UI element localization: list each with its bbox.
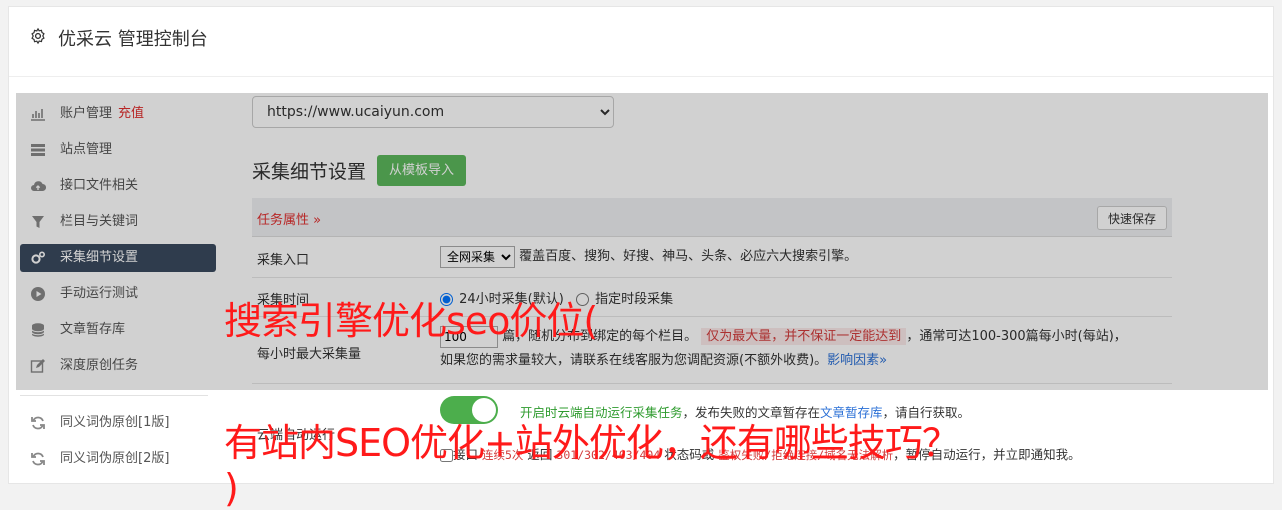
sidebar-item-account[interactable]: 账户管理 充值 [20, 100, 216, 128]
sidebar-item-label: 栏目与关键词 [60, 214, 139, 229]
section-title: 采集细节设置 [252, 161, 367, 183]
cloud-upload-icon [31, 181, 46, 192]
radio-period-label: 指定时段采集 [595, 292, 674, 307]
entry-select[interactable]: 全网采集 [440, 245, 515, 268]
database-icon [31, 323, 45, 337]
row-label: 采集入口 [257, 253, 310, 268]
sidebar-item-label: 账户管理 [60, 106, 113, 121]
sidebar-item-article-store[interactable]: 文章暂存库 [20, 316, 216, 344]
chevron-down-icon: » [313, 213, 322, 228]
refresh-icon [31, 416, 45, 430]
overlay-headline-1: 搜索引擎优化seo价位( [224, 299, 598, 343]
refresh-icon [31, 452, 45, 466]
gear-icon [31, 27, 45, 45]
table-header: 任务属性 » 快速保存 [252, 198, 1172, 237]
sidebar-item-deep-original[interactable]: 深度原创任务 [20, 352, 216, 380]
sidebar-item-synonym-v1[interactable]: 同义词伪原创[1版] [20, 409, 216, 437]
sidebar-item-collect-settings[interactable]: 采集细节设置 [20, 244, 216, 272]
table-row: 采集入口 全网采集 覆盖百度、搜狗、好搜、神马、头条、必应六大搜索引擎。 [252, 237, 1172, 278]
sidebar-divider [20, 395, 208, 396]
play-circle-icon [31, 287, 45, 301]
edit-icon [30, 359, 45, 373]
import-template-button[interactable]: 从模板导入 [377, 155, 467, 186]
page-title: 优采云 管理控制台 [58, 29, 208, 50]
sidebar-item-manual-run[interactable]: 手动运行测试 [20, 280, 216, 308]
sidebar-item-sites[interactable]: 站点管理 [20, 136, 216, 164]
overlay-headline-3: ) [224, 466, 239, 510]
sidebar-item-synonym-v2[interactable]: 同义词伪原创[2版] [20, 445, 216, 473]
sidebar-item-label: 采集细节设置 [60, 250, 139, 265]
sidebar-item-interface[interactable]: 接口文件相关 [20, 172, 216, 200]
entry-desc: 覆盖百度、搜狗、好搜、神马、头条、必应六大搜索引擎。 [519, 249, 858, 264]
sidebar-item-keywords[interactable]: 栏目与关键词 [20, 208, 216, 236]
sidebar-item-label: 手动运行测试 [60, 286, 139, 301]
quick-save-button[interactable]: 快速保存 [1096, 206, 1167, 230]
sidebar-item-label: 接口文件相关 [60, 178, 139, 193]
row-label: 每小时最大采集量 [257, 347, 362, 362]
sidebar-item-label: 同义词伪原创[2版] [60, 451, 170, 466]
sidebar-item-label: 站点管理 [60, 142, 113, 157]
gears-icon [31, 251, 46, 264]
main-content: https://www.ucaiyun.com 采集细节设置 从模板导入 任务属… [252, 0, 1172, 478]
max-warning: 仅为最大量，并不保证一定能达到 [701, 328, 907, 345]
server-icon [31, 144, 45, 156]
filter-icon [32, 216, 44, 228]
sidebar-item-label: 同义词伪原创[1版] [60, 415, 170, 430]
sidebar-item-label: 深度原创任务 [60, 358, 139, 373]
bar-chart-icon [31, 109, 45, 121]
site-select[interactable]: https://www.ucaiyun.com [252, 96, 614, 128]
overlay-headline-2: 有站内SEO优化+站外优化，还有哪些技巧？ [224, 421, 960, 465]
factors-link[interactable]: 影响因素» [827, 353, 887, 368]
task-attr-toggle[interactable]: 任务属性 » [257, 209, 321, 228]
recharge-link[interactable]: 充值 [118, 106, 144, 121]
sidebar-item-label: 文章暂存库 [60, 322, 126, 337]
